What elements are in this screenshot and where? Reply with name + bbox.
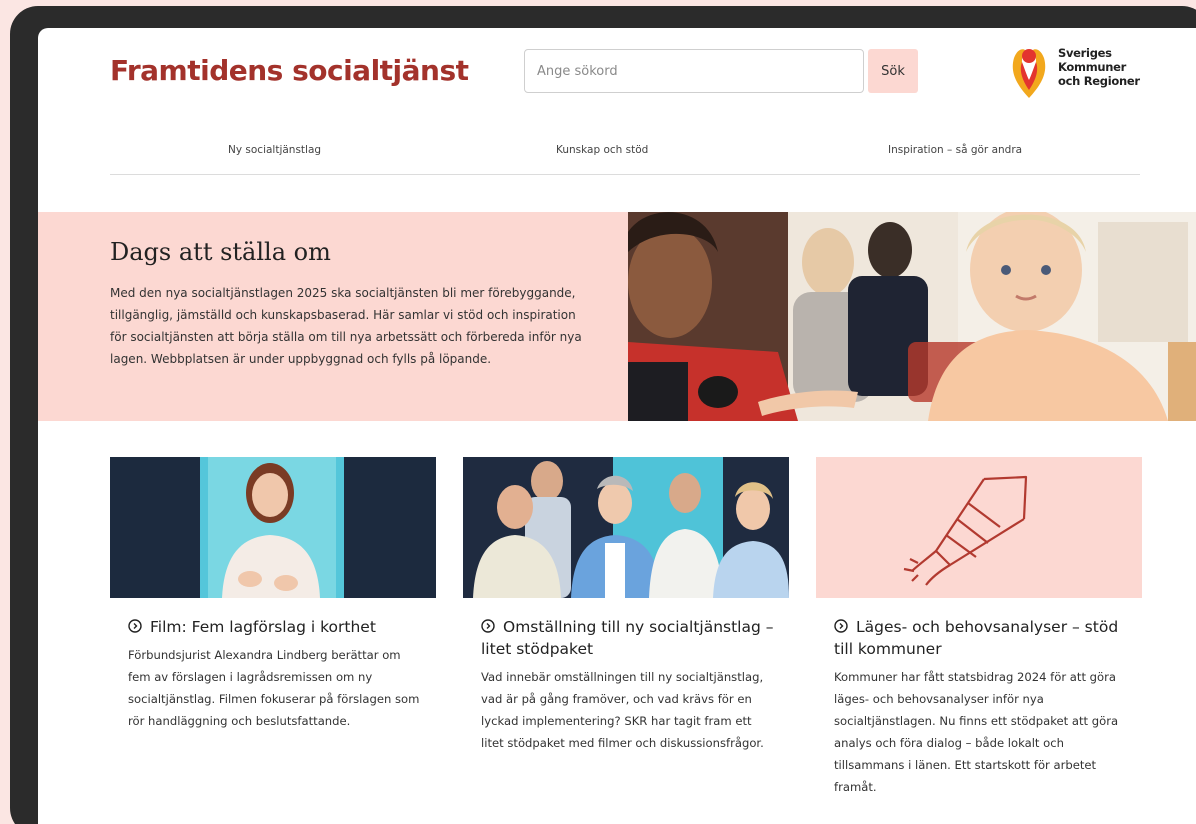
main-nav: Ny socialtjänstlag Kunskap och stöd Insp… xyxy=(110,140,1140,175)
circle-chevron-right-icon xyxy=(481,619,495,633)
hero-title: Dags att ställa om xyxy=(110,238,331,266)
card-image-analyser xyxy=(816,457,1142,598)
card-title-text: Film: Fem lagförslag i korthet xyxy=(150,618,376,636)
card-photo-group xyxy=(463,457,789,598)
hero-body: Med den nya socialtjänstlagen 2025 ska s… xyxy=(110,286,582,366)
card-title-omstallning[interactable]: Omställning till ny socialtjänstlag – li… xyxy=(463,616,789,660)
circle-chevron-right-icon xyxy=(128,619,142,633)
card-image-omstallning xyxy=(463,457,789,598)
nav-item-inspiration[interactable]: Inspiration – så gör andra xyxy=(888,144,1022,156)
search-button[interactable]: Sök xyxy=(868,49,918,93)
card-title-analyser[interactable]: Läges- och behovsanalyser – stöd till ko… xyxy=(816,616,1142,660)
nav-item-kunskap-och-stod[interactable]: Kunskap och stöd xyxy=(556,144,648,156)
card-title-text: Läges- och behovsanalyser – stöd till ko… xyxy=(834,618,1119,658)
logo-line: Sveriges xyxy=(1058,46,1112,60)
nav-item-ny-socialtjanstlag[interactable]: Ny socialtjänstlag xyxy=(228,144,321,156)
hero-banner: Dags att ställa om Med den nya socialtjä… xyxy=(38,212,628,421)
card-film[interactable]: Film: Fem lagförslag i korthet Förbundsj… xyxy=(110,457,436,732)
site-title[interactable]: Framtidens socialtjänst xyxy=(110,54,469,87)
card-title-film[interactable]: Film: Fem lagförslag i korthet xyxy=(110,616,436,638)
card-title-text: Omställning till ny socialtjänstlag – li… xyxy=(481,618,774,658)
skr-logo-icon xyxy=(1012,49,1046,98)
card-body-omstallning: Vad innebär omställningen till ny social… xyxy=(481,670,764,750)
hero-photo-illustration xyxy=(628,212,1196,421)
card-analyser[interactable]: Läges- och behovsanalyser – stöd till ko… xyxy=(816,457,1142,798)
hero-photo xyxy=(628,212,1196,421)
card-omstallning[interactable]: Omställning till ny socialtjänstlag – li… xyxy=(463,457,789,754)
firework-rocket-icon xyxy=(903,475,1028,586)
search-input[interactable] xyxy=(524,49,864,93)
card-photo-film xyxy=(110,457,436,598)
card-body-film: Förbundsjurist Alexandra Lindberg berätt… xyxy=(128,648,420,728)
device-frame: Framtidens socialtjänst Sök Sveriges Kom… xyxy=(10,6,1196,824)
logo-text: Sveriges Kommuner och Regioner xyxy=(1058,46,1140,88)
circle-chevron-right-icon xyxy=(834,619,848,633)
card-image-film xyxy=(110,457,436,598)
skr-logo[interactable]: Sveriges Kommuner och Regioner xyxy=(1008,44,1148,100)
logo-line: Kommuner xyxy=(1058,60,1127,74)
browser-viewport: Framtidens socialtjänst Sök Sveriges Kom… xyxy=(38,28,1196,824)
card-body-analyser: Kommuner har fått statsbidrag 2024 för a… xyxy=(834,670,1119,794)
logo-line: och Regioner xyxy=(1058,74,1140,88)
